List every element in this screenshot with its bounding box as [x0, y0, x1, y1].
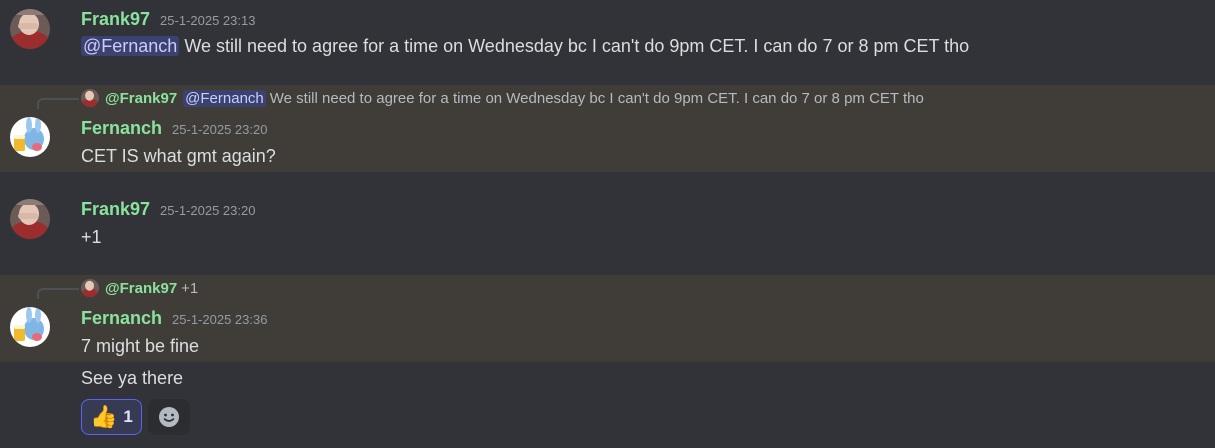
reply-preview[interactable]: @Frank97 @Fernanch We still need to agre… [81, 89, 924, 107]
chat-log: Frank97 25-1-2025 23:13 @Fernanch We sti… [0, 0, 1215, 448]
message-3: Frank97 25-1-2025 23:20 +1 [0, 190, 1215, 270]
reply-connector [37, 98, 79, 109]
reactions-bar: 👍 1 [81, 399, 190, 435]
message-content: +1 [81, 227, 102, 247]
timestamp: 25-1-2025 23:36 [172, 312, 268, 327]
message-1: Frank97 25-1-2025 23:13 @Fernanch We sti… [0, 0, 1215, 84]
user-mention[interactable]: @Fernanch [81, 36, 180, 56]
message-4: @Frank97 +1 Fernanch 25-1-2025 23:36 7 m… [0, 275, 1215, 362]
reply-username[interactable]: @Frank97 [105, 280, 177, 297]
avatar-frank97[interactable] [10, 199, 50, 239]
timestamp: 25-1-2025 23:20 [172, 122, 268, 137]
avatar-fernanch[interactable] [10, 307, 50, 347]
timestamp: 25-1-2025 23:13 [160, 13, 256, 28]
reply-mention[interactable]: @Fernanch [183, 89, 266, 107]
reply-preview[interactable]: @Frank97 +1 [81, 279, 198, 297]
message-content: 7 might be fine [81, 336, 200, 356]
reply-text[interactable]: We still need to agree for a time on Wed… [270, 90, 924, 107]
reply-avatar [81, 279, 99, 297]
username[interactable]: Fernanch [81, 308, 162, 329]
followup-message-content: See ya there [81, 368, 184, 388]
username[interactable]: Fernanch [81, 118, 162, 139]
reply-text[interactable]: +1 [181, 280, 198, 297]
username[interactable]: Frank97 [81, 9, 150, 30]
message-header: Frank97 25-1-2025 23:20 [81, 199, 255, 220]
reaction-thumbs-up[interactable]: 👍 1 [81, 399, 142, 435]
reply-username[interactable]: @Frank97 [105, 90, 177, 107]
smile-icon [159, 407, 179, 427]
message-text: We still need to agree for a time on Wed… [179, 36, 970, 56]
message-2: @Frank97 @Fernanch We still need to agre… [0, 85, 1215, 172]
avatar-fernanch[interactable] [10, 117, 50, 157]
message-header: Frank97 25-1-2025 23:13 [81, 9, 255, 30]
username[interactable]: Frank97 [81, 199, 150, 220]
message-header: Fernanch 25-1-2025 23:36 [81, 308, 267, 329]
message-content: @Fernanch We still need to agree for a t… [81, 36, 969, 57]
reaction-count: 1 [123, 407, 133, 426]
message-header: Fernanch 25-1-2025 23:20 [81, 118, 267, 139]
thumbs-up-icon: 👍 [90, 404, 118, 429]
timestamp: 25-1-2025 23:20 [160, 203, 256, 218]
reply-avatar [81, 89, 99, 107]
reply-connector [37, 288, 79, 299]
add-reaction-button[interactable] [148, 399, 190, 435]
message-content: CET IS what gmt again? [81, 146, 276, 166]
avatar-frank97[interactable] [10, 9, 50, 49]
